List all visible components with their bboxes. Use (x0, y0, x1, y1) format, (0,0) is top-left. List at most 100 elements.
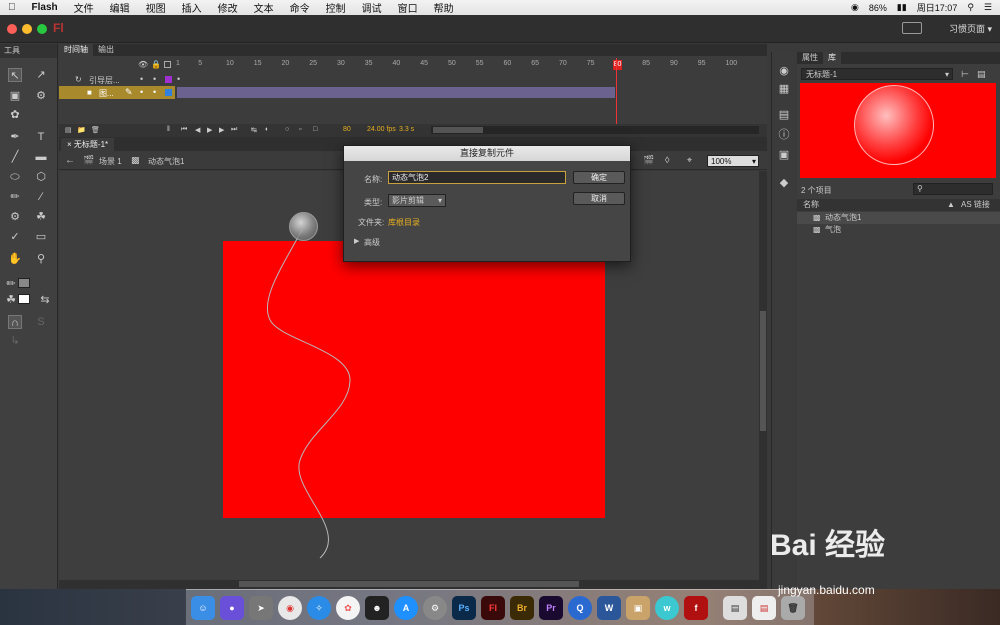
disclosure-triangle-icon[interactable]: ▶ (354, 237, 359, 245)
menu-edit[interactable]: 编辑 (102, 0, 138, 15)
tab-output[interactable]: 输出 (93, 44, 119, 56)
stage-vscroll-thumb[interactable] (760, 311, 766, 431)
layer-lock-dot[interactable]: • (153, 74, 156, 84)
swatches-panel-icon[interactable]: ▦ (777, 82, 791, 96)
stage-hscroll-thumb[interactable] (239, 581, 579, 587)
menu-modify[interactable]: 修改 (210, 0, 246, 15)
library-item[interactable]: ▩ 动态气泡1 (797, 212, 1000, 224)
loop-icon[interactable]: ↹ (251, 126, 257, 134)
center-stage-icon[interactable]: ⌖ (687, 155, 692, 166)
finder-icon[interactable]: ☺ (191, 596, 215, 620)
workspace-dropdown[interactable]: 习惯页面 ▾ (949, 22, 992, 35)
outline-all-icon[interactable] (164, 61, 171, 68)
paint-bucket-tool-icon[interactable]: ☘ (34, 210, 48, 224)
tab-close-icon[interactable]: × (67, 140, 72, 149)
transform-panel-icon[interactable]: ▣ (777, 148, 791, 162)
menu-commands[interactable]: 命令 (282, 0, 318, 15)
hand-tool-icon[interactable]: ✋ (8, 252, 22, 266)
layer-lock-dot[interactable]: • (153, 87, 156, 97)
layer-visible-dot[interactable]: • (140, 87, 143, 97)
line-tool-icon[interactable]: ╱ (8, 150, 22, 164)
advanced-toggle[interactable]: 高级 (364, 237, 380, 248)
symbol-type-select[interactable]: 影片剪辑 ▾ (388, 194, 446, 207)
fill-color-icon[interactable]: ☘ (4, 293, 18, 307)
edit-multiple-icon[interactable]: ▫ (299, 126, 301, 133)
layer-row-active[interactable]: ■ 图... ✎ • • (59, 86, 175, 99)
subselection-tool-icon[interactable]: ↗ (34, 68, 48, 82)
motion-tween-span[interactable] (177, 87, 615, 98)
system-preferences-icon[interactable]: ⚙ (423, 596, 447, 620)
smooth-icon[interactable]: S (34, 315, 48, 329)
edit-symbol-icon[interactable]: ◊ (665, 155, 669, 165)
menu-window[interactable]: 窗口 (390, 0, 426, 15)
library-search-input[interactable]: ⚲ (913, 183, 993, 195)
eraser-tool-icon[interactable]: ▭ (34, 230, 48, 244)
stage-hscroll[interactable] (59, 580, 767, 589)
chrome-icon[interactable]: ◉ (278, 596, 302, 620)
search-icon[interactable]: ⚲ (967, 2, 974, 13)
new-folder-icon[interactable]: 📁 (77, 126, 86, 134)
motion-guide-path[interactable] (240, 210, 370, 560)
timeline-ruler[interactable]: 1510152025303540455055606570758085909510… (175, 58, 757, 71)
layer-visible-dot[interactable]: • (140, 74, 143, 84)
show-hide-all-icon[interactable]: 👁 (138, 60, 148, 69)
menu-help[interactable]: 帮助 (426, 0, 462, 15)
word-icon[interactable]: W (597, 596, 621, 620)
menu-debug[interactable]: 调试 (354, 0, 390, 15)
zoom-select[interactable]: 100% ▾ (707, 155, 759, 167)
wifi-icon[interactable]: ◉ (851, 2, 859, 13)
current-frame[interactable]: 80 (343, 126, 351, 133)
modify-markers-icon[interactable]: □ (313, 126, 317, 133)
onion-outline-icon[interactable]: ○ (285, 126, 289, 133)
components-panel-icon[interactable]: ◆ (777, 176, 791, 190)
close-window-button[interactable] (7, 24, 17, 34)
eyedropper-tool-icon[interactable]: ✓ (8, 230, 22, 244)
layer-name[interactable]: 图... (99, 88, 114, 99)
color-panel-icon[interactable]: ◉ (777, 64, 791, 78)
layer-name[interactable]: 引导层... (89, 75, 120, 86)
menu-insert[interactable]: 插入 (174, 0, 210, 15)
timeline-hscroll[interactable] (431, 126, 759, 134)
frame-rate[interactable]: 24.00 fps (367, 126, 396, 133)
document-tab[interactable]: × 无标题-1* (61, 138, 115, 151)
library-document-select[interactable]: 无标题-1 ▾ (801, 68, 953, 80)
selection-tool-icon[interactable]: ↖ (8, 68, 22, 82)
step-back-icon[interactable]: ◀ (195, 126, 200, 134)
tab-timeline[interactable]: 时间轴 (59, 44, 93, 56)
polystar-tool-icon[interactable]: ⬡ (34, 170, 48, 184)
list-icon[interactable]: ☰ (984, 2, 992, 13)
layer-row-guide[interactable]: ↻ 引导层... • • • (59, 73, 767, 86)
new-library-panel-icon[interactable]: ▤ (977, 69, 986, 80)
edit-scene-icon[interactable]: 🎬 (643, 155, 654, 166)
symbol-name-input[interactable] (388, 171, 566, 184)
delete-layer-icon[interactable]: 🗑 (91, 126, 100, 134)
photos-icon[interactable]: ✿ (336, 596, 360, 620)
tab-library[interactable]: 库 (823, 52, 841, 64)
info-panel-icon[interactable]: ⓘ (777, 128, 791, 142)
bridge-icon[interactable]: Br (510, 596, 534, 620)
free-transform-tool-icon[interactable]: ▣ (8, 89, 22, 103)
layer-outline-swatch[interactable] (165, 89, 172, 96)
w-app-icon[interactable]: w (655, 596, 679, 620)
qq-icon[interactable]: ☻ (365, 596, 389, 620)
stroke-color-icon[interactable]: ✏ (4, 277, 18, 291)
lasso-tool-icon[interactable]: ✿ (8, 108, 22, 122)
scene-breadcrumb[interactable]: 场景 1 (99, 156, 122, 167)
sort-arrow-icon[interactable]: ▲ (947, 199, 955, 211)
center-frame-icon[interactable]: ‖ (167, 126, 170, 133)
photoshop-icon[interactable]: Ps (452, 596, 476, 620)
menu-app-flash[interactable]: Flash (24, 2, 66, 13)
battery-icon[interactable]: ▮▮ (897, 2, 907, 13)
brush-tool-icon[interactable]: ∕ (34, 190, 48, 204)
pencil-tool-icon[interactable]: ✏ (8, 190, 22, 204)
pen-tool-icon[interactable]: ✒ (8, 130, 22, 144)
menubar-clock[interactable]: 周日17:07 (917, 1, 958, 14)
cancel-button[interactable]: 取消 (573, 192, 625, 205)
play-icon[interactable]: ▶ (207, 126, 212, 134)
siri-icon[interactable]: ● (220, 596, 244, 620)
align-panel-icon[interactable]: ▤ (777, 108, 791, 122)
menu-file[interactable]: 文件 (66, 0, 102, 15)
3d-rotation-tool-icon[interactable]: ⚙ (34, 89, 48, 103)
minimize-window-button[interactable] (22, 24, 32, 34)
flash-icon[interactable]: Fl (481, 596, 505, 620)
